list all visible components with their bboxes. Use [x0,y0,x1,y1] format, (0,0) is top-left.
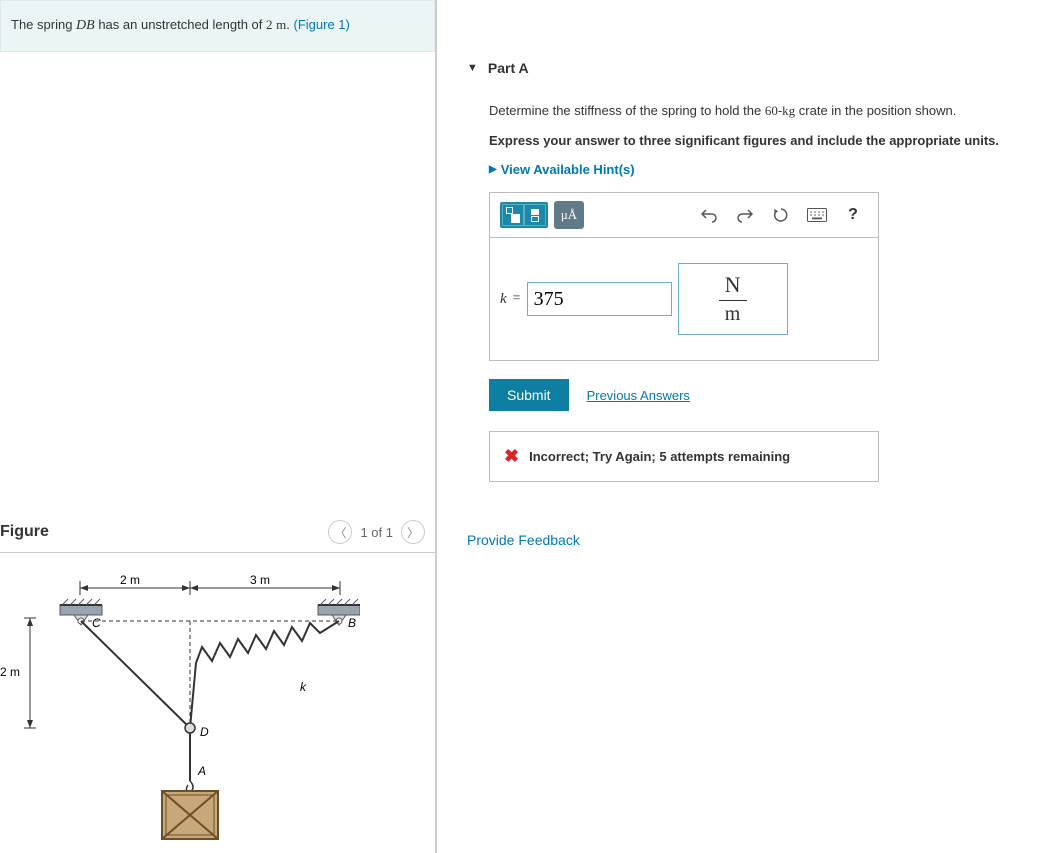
figure-reference-link[interactable]: (Figure 1) [294,17,350,32]
label-k: k [300,680,307,694]
dim-left: 2 m [0,665,20,679]
keyboard-icon [807,208,827,222]
figure-section: Figure 〈 1 of 1 〉 2 [0,520,435,853]
problem-unit: m [276,17,286,32]
figure-prev-button[interactable]: 〈 [328,520,352,544]
label-b: B [348,616,356,630]
label-c: C [92,616,101,630]
problem-statement: The spring DB has an unstretched length … [0,0,435,52]
feedback-text: Incorrect; Try Again; 5 attempts remaini… [529,449,790,464]
problem-value: 2 [266,17,273,32]
figure-body: 2 m 3 m 2 m [0,563,435,853]
part-instructions: Express your answer to three significant… [489,131,1047,151]
incorrect-icon: ✖ [504,446,519,467]
feedback-box: ✖ Incorrect; Try Again; 5 attempts remai… [489,431,879,482]
answer-toolbar: μÅ ? [490,193,878,238]
chevron-right-icon: ▶ [489,164,497,175]
reset-icon [773,207,789,223]
figure-diagram: 2 m 3 m 2 m [0,563,360,843]
templates-button[interactable] [500,202,548,228]
part-title: Part A [488,60,529,76]
keyboard-button[interactable] [802,201,832,229]
problem-text-post: . [286,17,293,32]
dim-top-right: 3 m [250,573,270,587]
answer-unit-box[interactable]: N m [678,263,788,335]
collapse-icon: ▼ [467,62,478,74]
figure-pager-text: 1 of 1 [360,525,393,540]
left-column: The spring DB has an unstretched length … [0,0,437,853]
figure-header: Figure 〈 1 of 1 〉 [0,520,435,553]
redo-button[interactable] [730,201,760,229]
figure-next-button[interactable]: 〉 [401,520,425,544]
answer-input-row: k = N m [490,238,878,360]
answer-box: μÅ ? k [489,192,879,361]
answer-value-input[interactable] [527,282,672,316]
problem-variable: DB [76,18,95,33]
view-hints-link[interactable]: ▶ View Available Hint(s) [489,162,1047,177]
submit-row: Submit Previous Answers [489,379,1047,411]
right-column: ▼ Part A Determine the stiffness of the … [437,0,1047,853]
part-header[interactable]: ▼ Part A [467,60,1047,76]
undo-button[interactable] [694,201,724,229]
unit-denominator: m [719,301,747,326]
reset-button[interactable] [766,201,796,229]
figure-title: Figure [0,523,49,541]
redo-icon [737,207,753,223]
label-d: D [200,725,209,739]
provide-feedback-link[interactable]: Provide Feedback [467,532,1047,548]
units-button[interactable]: μÅ [554,201,584,229]
problem-text-mid: has an unstretched length of [95,17,266,32]
equals-sign: = [513,291,521,307]
unit-numerator: N [719,272,747,301]
help-button[interactable]: ? [838,201,868,229]
problem-text-pre: The spring [11,17,76,32]
submit-button[interactable]: Submit [489,379,569,411]
figure-pager: 〈 1 of 1 〉 [328,520,425,544]
dim-top-left: 2 m [120,573,140,587]
undo-icon [701,207,717,223]
label-a: A [197,764,206,778]
previous-answers-link[interactable]: Previous Answers [587,388,690,403]
answer-variable: k [500,291,507,308]
part-prompt: Determine the stiffness of the spring to… [489,101,1047,121]
